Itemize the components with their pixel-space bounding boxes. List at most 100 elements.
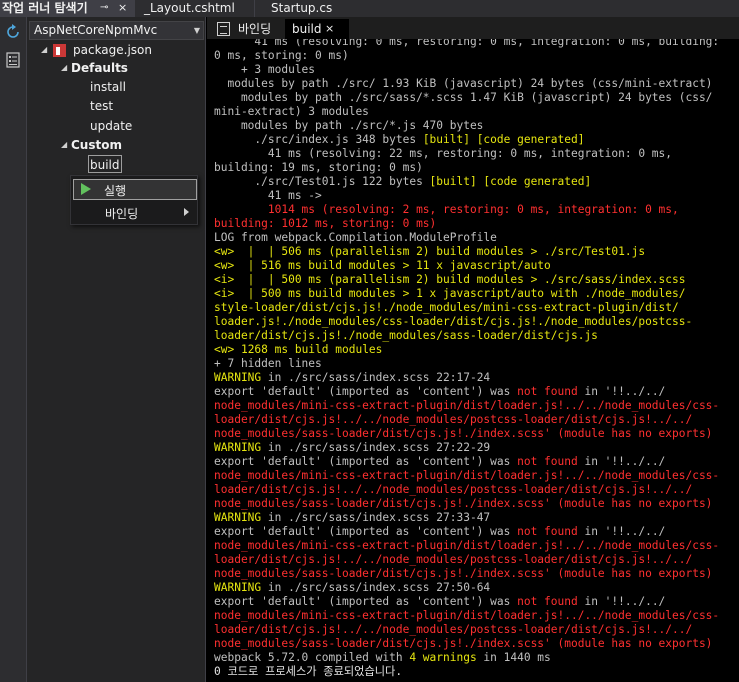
console-text: WARNING [214, 581, 262, 594]
console-line: export 'default' (imported as 'content')… [214, 455, 665, 469]
console-line: loader/dist/cjs.js!../../node_modules/po… [214, 623, 692, 637]
console-text: modules by path ./src/sass/*.scss 1.47 K… [214, 91, 713, 104]
console-text: 1014 ms (resolving: 2 ms, restoring: 0 m… [214, 203, 679, 216]
console-line: 0 코드로 프로세스가 종료되었습니다. [214, 665, 402, 679]
console-text: <w> [214, 343, 241, 356]
console-line: node_modules/mini-css-extract-plugin/dis… [214, 539, 719, 553]
console-text: <i> | 500 ms build modules > 1 x javascr… [214, 287, 686, 300]
console-text: not found [517, 455, 578, 468]
console-text: not found [517, 595, 578, 608]
close-icon[interactable]: × [325, 19, 334, 39]
project-dropdown-value: AspNetCoreNpmMvc [34, 23, 158, 37]
console-line: + 7 hidden lines [214, 357, 322, 371]
console-text: not found [517, 385, 578, 398]
console-text: export 'default' (imported as 'content')… [214, 385, 518, 398]
build-output-console[interactable]: 41 ms (resolving: 0 ms, restoring: 0 ms,… [207, 39, 739, 682]
console-text: WARNING [214, 511, 262, 524]
console-line: export 'default' (imported as 'content')… [214, 385, 665, 399]
console-line: modules by path ./src/sass/*.scss 1.47 K… [214, 91, 713, 105]
close-icon[interactable]: × [118, 0, 127, 16]
console-text: mini-extract) 3 modules [214, 105, 369, 118]
console-text: <i> | | 500 ms (parallelism 2) build mod… [214, 273, 686, 286]
menu-item-run[interactable]: 실행 [73, 179, 197, 200]
collapse-arrow-icon[interactable]: ◢ [61, 59, 67, 77]
document-tab-strip: 작업 러너 탐색기 ⊸ × _Layout.cshtml Startup.cs [0, 0, 739, 17]
console-line: ./src/index.js 348 bytes [built] [code g… [214, 133, 584, 147]
context-menu: 실행 바인딩 [70, 175, 198, 225]
console-text: node_modules/sass-loader/dist/cjs.js!./i… [214, 497, 713, 510]
console-line: 41 ms (resolving: 22 ms, restoring: 0 ms… [214, 147, 672, 161]
console-line: loader/dist/cjs.js!../../node_modules/po… [214, 413, 692, 427]
console-text: loader/dist/cjs.js!../../node_modules/po… [214, 623, 693, 636]
console-line: building: 1012 ms, storing: 0 ms) [214, 217, 436, 231]
console-line: style-loader/dist/cjs.js!./node_modules/… [214, 301, 679, 315]
console-text: loader/dist/cjs.js!../../node_modules/po… [214, 413, 693, 426]
console-line: WARNING in ./src/sass/index.scss 27:50-6… [214, 581, 490, 595]
task-runner-panel: AspNetCoreNpmMvc ▼ ◢ package.json ◢ Defa… [27, 17, 206, 682]
tree-node-install[interactable]: install [90, 78, 126, 96]
tree-node-test[interactable]: test [90, 97, 113, 115]
tab-bindings-label: 바인딩 [238, 22, 272, 36]
console-line: WARNING in ./src/sass/index.scss 22:17-2… [214, 371, 490, 385]
console-text: modules by path ./src/*.js 470 bytes [214, 119, 484, 132]
console-line: <w> | | 506 ms (parallelism 2) build mod… [214, 245, 645, 259]
console-text: 1268 ms build modules [240, 343, 383, 356]
console-text: [built] [code generated] [422, 133, 585, 146]
properties-icon[interactable] [4, 51, 22, 69]
console-text: in ./src/sass/index.scss 22:17-24 [261, 371, 491, 384]
tree-node-update[interactable]: update [90, 117, 132, 135]
console-text: node_modules/sass-loader/dist/cjs.js!./i… [214, 567, 713, 580]
console-text: [built] [code generated] [429, 175, 592, 188]
console-line: webpack 5.72.0 compiled with 4 warnings … [214, 651, 551, 665]
pin-icon[interactable]: ⊸ [100, 0, 108, 16]
menu-item-bindings[interactable]: 바인딩 [73, 202, 197, 223]
console-text: 4 warnings [409, 651, 477, 664]
console-text: 41 ms (resolving: 22 ms, restoring: 0 ms… [214, 147, 673, 160]
tab-task-runner-explorer[interactable]: 작업 러너 탐색기 ⊸ × [0, 0, 135, 17]
bindings-icon [217, 22, 230, 36]
tab-startup-cs[interactable]: Startup.cs [268, 0, 368, 17]
console-text: in '!!../../ [577, 525, 666, 538]
console-text: in '!!../../ [577, 595, 666, 608]
console-text: not found [517, 525, 578, 538]
console-text: + 3 modules [214, 63, 316, 76]
collapse-arrow-icon[interactable]: ◢ [61, 136, 67, 154]
console-line: export 'default' (imported as 'content')… [214, 595, 665, 609]
console-line: <w> | 516 ms build modules > 11 x javasc… [214, 259, 551, 273]
console-line: modules by path ./src/ 1.93 KiB (javascr… [214, 77, 712, 91]
console-text: <w> | 516 ms build modules > 11 x javasc… [214, 259, 551, 272]
console-text: node_modules/mini-css-extract-plugin/dis… [214, 469, 720, 482]
menu-item-run-label: 실행 [104, 184, 127, 198]
console-text: 41 ms (resolving: 0 ms, restoring: 0 ms,… [214, 39, 720, 48]
console-line: 1014 ms (resolving: 2 ms, restoring: 0 m… [214, 203, 679, 217]
tab-layout-cshtml[interactable]: _Layout.cshtml [140, 0, 255, 17]
console-text: in ./src/sass/index.scss 27:50-64 [261, 581, 491, 594]
console-text: 41 ms -> [214, 189, 322, 202]
console-line: modules by path ./src/*.js 470 bytes [214, 119, 483, 133]
console-line: <i> | | 500 ms (parallelism 2) build mod… [214, 273, 685, 287]
console-text: WARNING [214, 371, 262, 384]
tree-node-label: Defaults [71, 61, 128, 75]
tab-build-output-label: build [292, 22, 322, 36]
console-text: loader.js!./node_modules/css-loader/dist… [214, 315, 693, 328]
console-text: WARNING [214, 441, 262, 454]
console-text: in '!!../../ [577, 455, 666, 468]
console-line: node_modules/mini-css-extract-plugin/dis… [214, 469, 719, 483]
project-dropdown[interactable]: AspNetCoreNpmMvc ▼ [29, 21, 204, 40]
console-line: WARNING in ./src/sass/index.scss 27:33-4… [214, 511, 490, 525]
npm-icon [53, 44, 66, 57]
play-icon [81, 183, 91, 195]
collapse-arrow-icon[interactable]: ◢ [41, 41, 47, 59]
console-text: 0 ms, storing: 0 ms) [214, 49, 349, 62]
console-text: ./src/Test01.js 122 bytes [214, 175, 430, 188]
tree-node-build[interactable]: build [88, 155, 122, 173]
console-line: <w> 1268 ms build modules [214, 343, 382, 357]
tab-build-output[interactable]: build × [285, 19, 349, 39]
tree-node-label: Custom [71, 138, 122, 152]
console-text: export 'default' (imported as 'content')… [214, 595, 518, 608]
refresh-icon[interactable] [4, 23, 22, 41]
console-text: in '!!../../ [577, 385, 666, 398]
console-text: node_modules/mini-css-extract-plugin/dis… [214, 399, 720, 412]
console-text: ./src/index.js 348 bytes [214, 133, 423, 146]
console-text: in 1440 ms [476, 651, 551, 664]
